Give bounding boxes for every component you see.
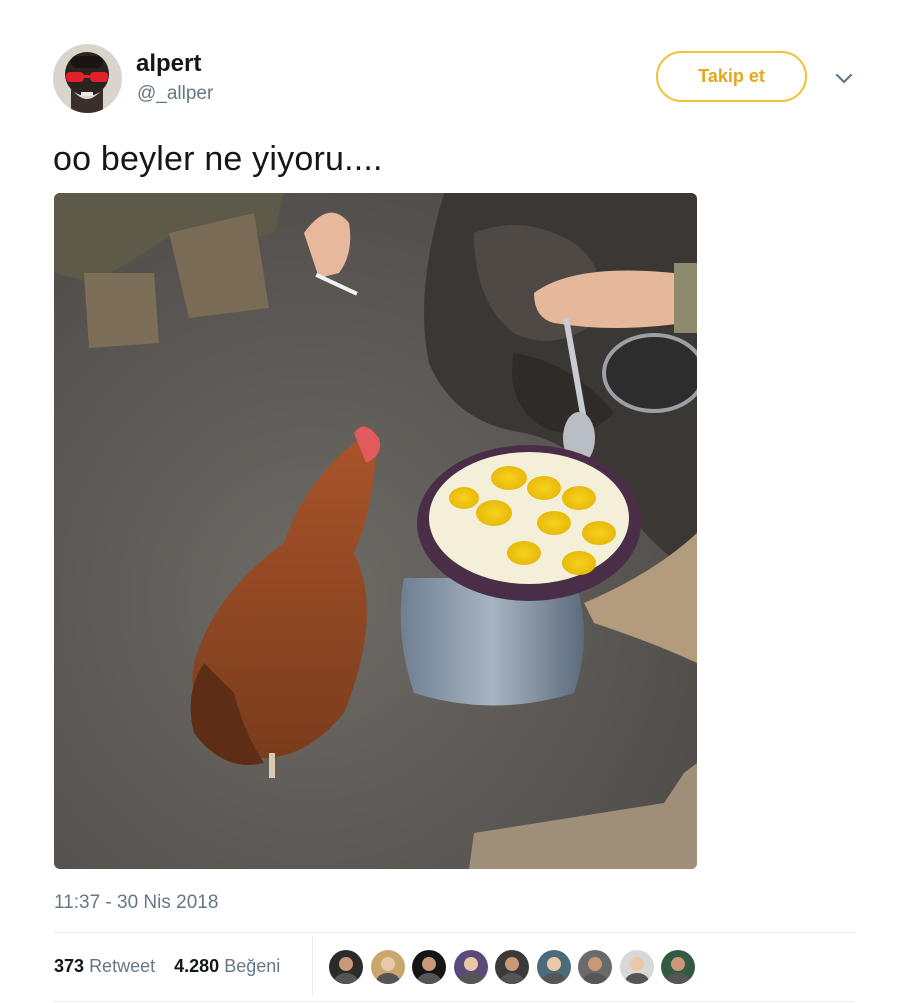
liker-avatar[interactable] <box>495 950 529 984</box>
user-handle[interactable]: @_allper <box>137 83 213 105</box>
like-count: 4.280 <box>174 956 220 976</box>
liker-avatar[interactable] <box>412 950 446 984</box>
follow-button[interactable]: Takip et <box>656 51 807 102</box>
divider <box>54 1001 855 1002</box>
tweet-text: oo beyler ne yiyoru.... <box>53 140 383 178</box>
likers-list <box>329 950 703 986</box>
retweet-stat[interactable]: 373 Retweet <box>54 956 155 977</box>
chevron-down-icon[interactable] <box>832 66 856 90</box>
liker-avatar[interactable] <box>370 950 405 984</box>
liker-avatar[interactable] <box>578 950 612 984</box>
liker-avatar[interactable] <box>453 950 488 984</box>
like-label: Beğeni <box>224 956 281 976</box>
liker-avatar[interactable] <box>329 950 363 984</box>
tweet-stats: 373 Retweet 4.280 Beğeni <box>54 956 294 977</box>
avatar[interactable] <box>53 44 122 113</box>
photo-image <box>54 193 697 869</box>
retweet-count: 373 <box>54 956 85 976</box>
liker-avatar[interactable] <box>661 950 695 984</box>
display-name[interactable]: alpert <box>136 50 201 78</box>
tweet-photo[interactable] <box>54 193 697 869</box>
tweet-card: alpert @_allper Takip et oo beyler ne yi… <box>0 0 900 1003</box>
retweet-label: Retweet <box>89 956 156 976</box>
liker-avatar[interactable] <box>536 950 571 984</box>
divider-vertical <box>312 936 313 996</box>
tweet-timestamp[interactable]: 11:37 - 30 Nis 2018 <box>54 892 218 914</box>
divider <box>54 932 855 933</box>
liker-avatar[interactable] <box>619 950 654 984</box>
avatar-image <box>53 44 122 113</box>
like-stat[interactable]: 4.280 Beğeni <box>174 956 280 977</box>
